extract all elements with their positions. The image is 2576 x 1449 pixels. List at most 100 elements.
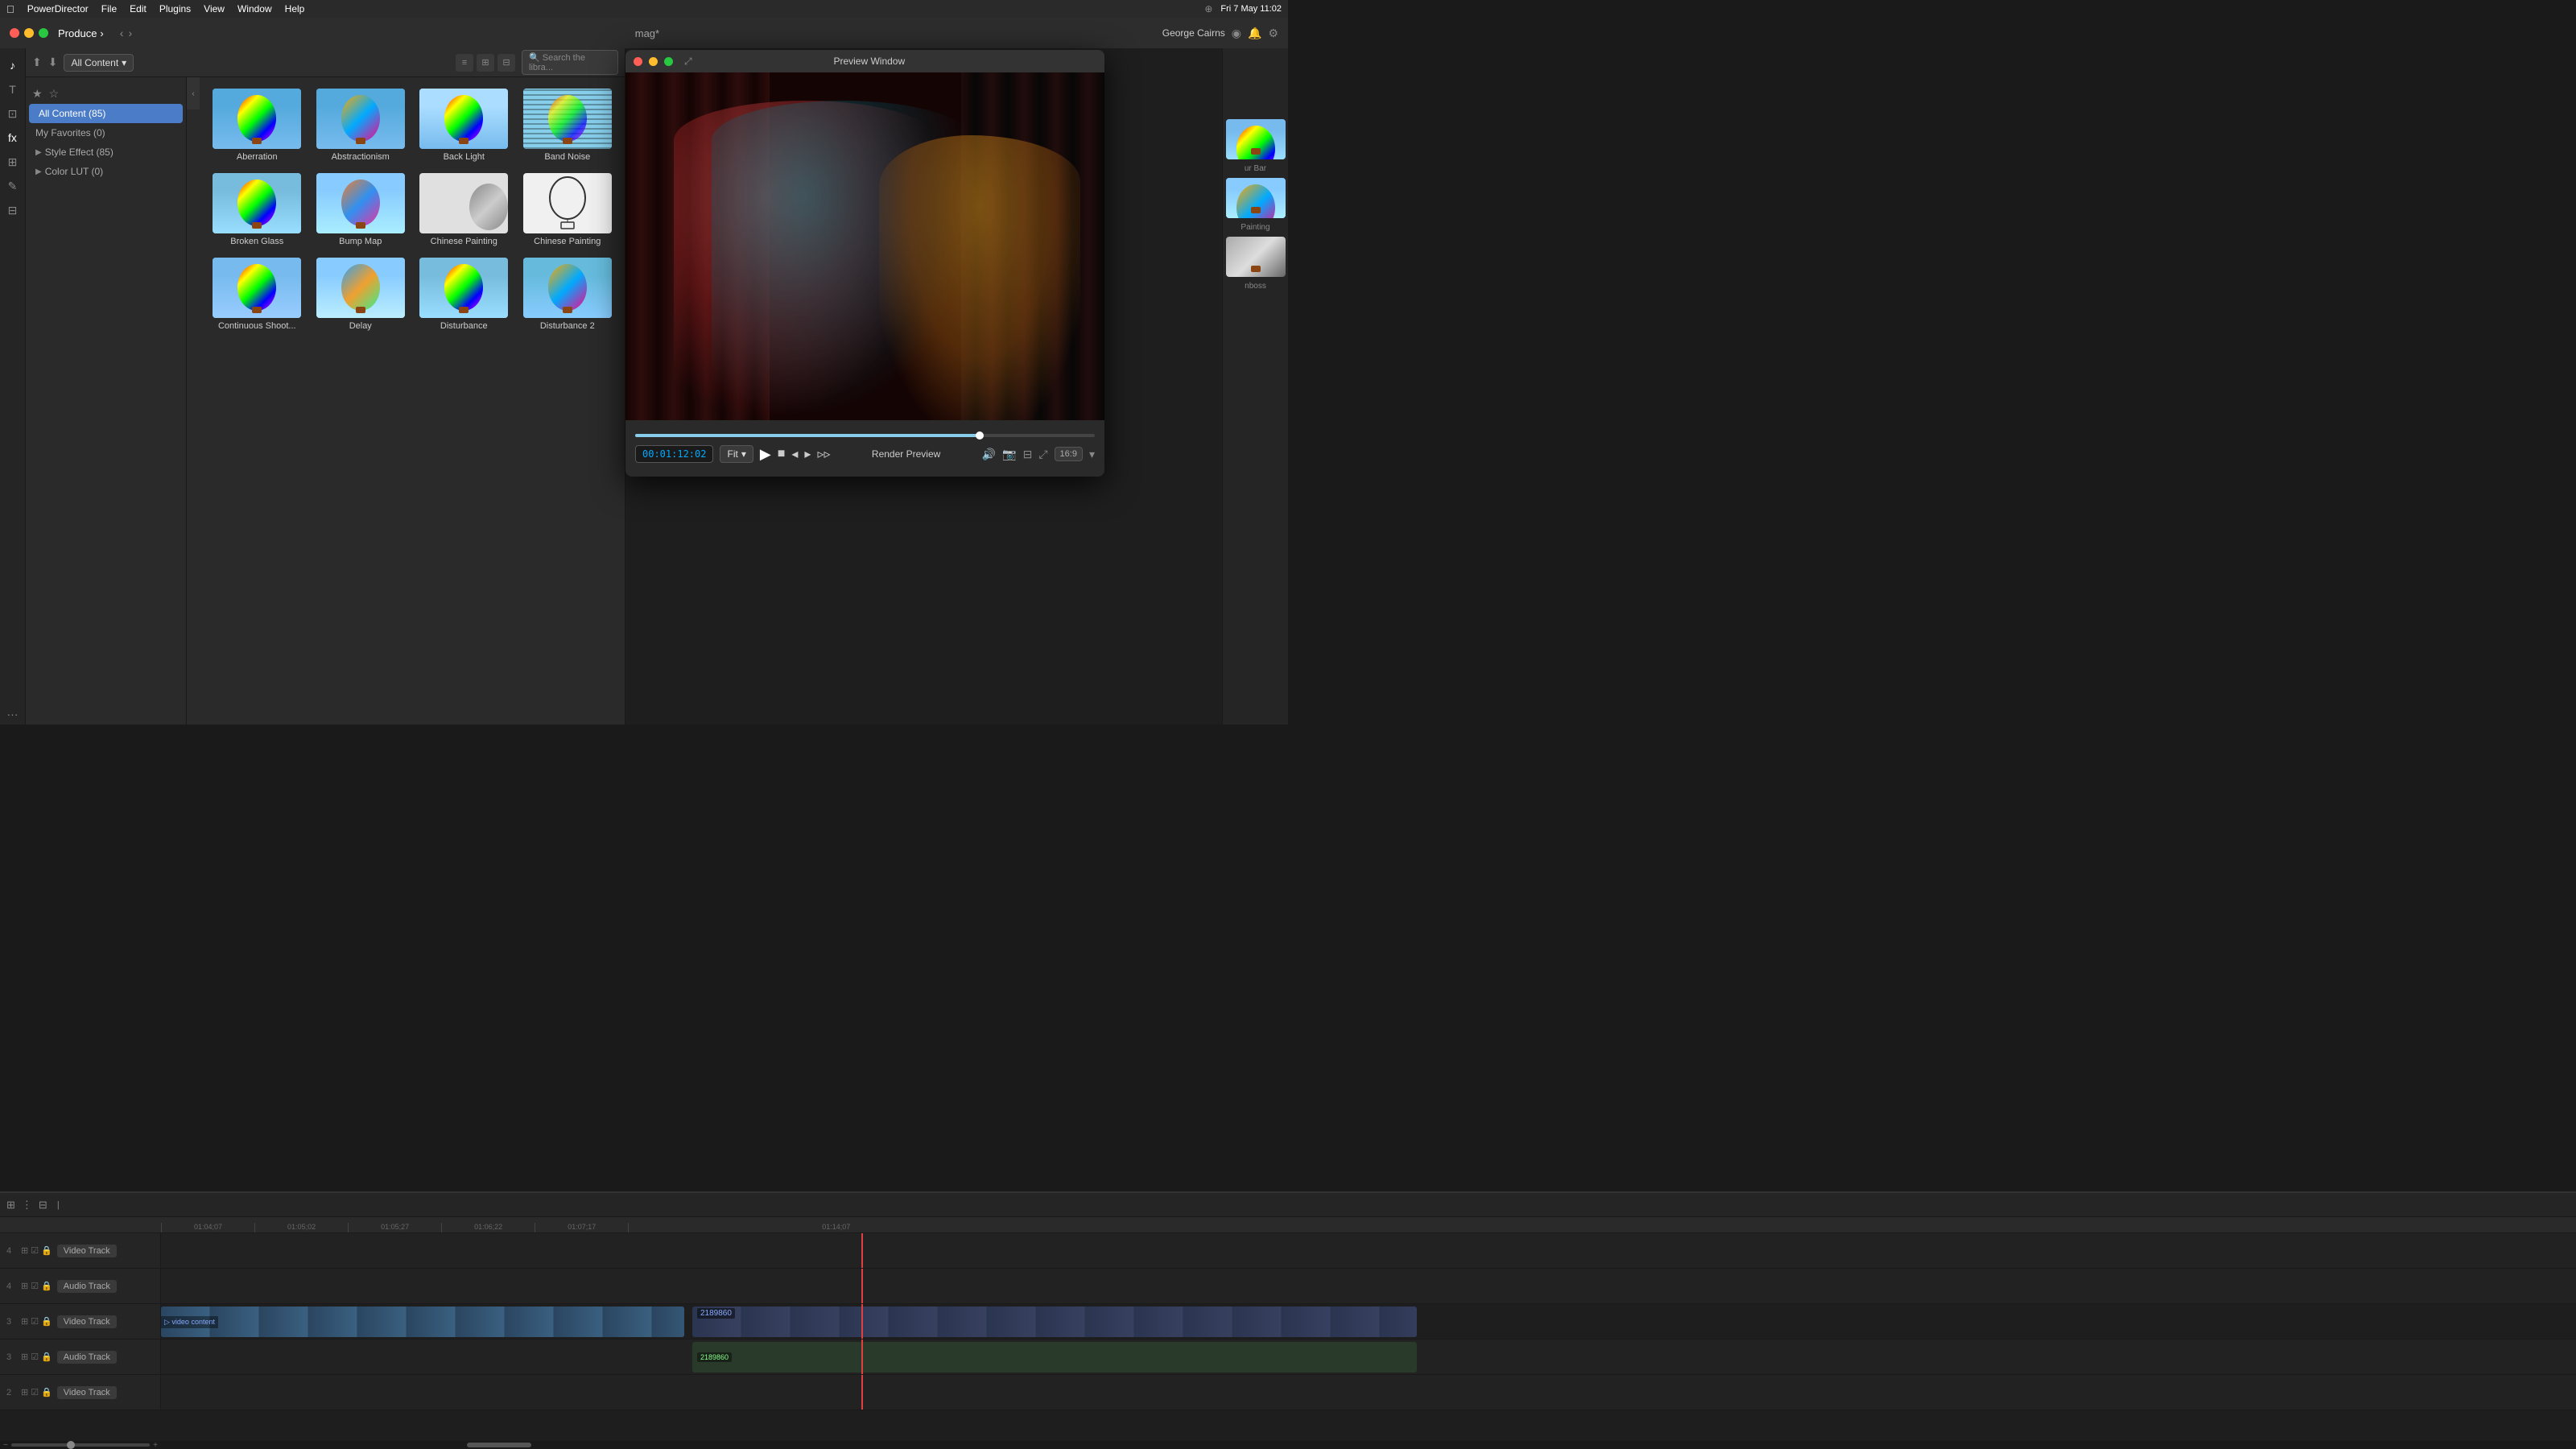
effect-aberration[interactable]: Aberration [206,84,308,167]
zoom-slider[interactable] [11,1443,150,1447]
maximize-button[interactable] [39,28,48,38]
effect-brokenglass[interactable]: Broken Glass [206,168,308,251]
favorites-outline-icon[interactable]: ☆ [49,87,60,101]
track-icon-expand-v2[interactable]: ⊞ [21,1387,28,1397]
track-content-v3[interactable]: ▷ video content 2189860 [161,1304,2576,1339]
sidebar-paint-icon[interactable]: ✎ [2,175,23,196]
preview-fit-dropdown[interactable]: Fit ▾ [720,445,753,463]
bell-icon[interactable]: 🔔 [1248,27,1261,40]
timeline-scrollbar[interactable] [161,1441,2576,1449]
track-content-v2[interactable] [161,1375,2576,1410]
sidebar-media-icon[interactable]: ♪ [2,55,23,76]
sidebar-text-icon[interactable]: T [2,79,23,100]
effect-delay[interactable]: Delay [310,253,412,336]
prev-frame-button[interactable]: ◂ [791,446,798,462]
track-icon-visibility-v2[interactable]: ☑ [31,1387,39,1397]
produce-tab[interactable]: Produce › [58,27,104,39]
filter-my-favorites[interactable]: My Favorites (0) [26,123,186,142]
effect-chinesepainting2[interactable]: Chinese Painting [517,168,619,251]
menu-edit[interactable]: Edit [130,3,147,14]
sidebar-overlay-icon[interactable]: ⊡ [2,103,23,124]
sidebar-mask-icon[interactable]: ⊟ [2,200,23,221]
filter-all-content[interactable]: All Content (85) [29,104,183,123]
user-icon[interactable]: ◉ [1232,27,1241,40]
minimize-button[interactable] [24,28,34,38]
zoom-slider-thumb[interactable] [67,1441,75,1449]
panel-collapse-button[interactable]: ‹ [187,77,200,109]
download-icon[interactable]: ⬇ [48,56,58,69]
preview-timeline-thumb[interactable] [976,431,984,440]
timeline-scrollbar-thumb[interactable] [467,1443,531,1447]
strip-thumb-3[interactable] [1226,237,1286,277]
list-view-icon[interactable]: ≡ [456,54,473,72]
track-icon-expand-a3[interactable]: ⊞ [21,1352,28,1362]
effect-chinesepainting1[interactable]: Chinese Painting [413,168,515,251]
preview-split-icon[interactable]: ⊟ [1023,448,1033,461]
sidebar-transition-icon[interactable]: ⊞ [2,151,23,172]
track-icon-expand-v3[interactable]: ⊞ [21,1316,28,1327]
favorites-star-icon[interactable]: ★ [32,87,43,101]
effect-bandnoise[interactable]: Band Noise [517,84,619,167]
filter-color-lut[interactable]: ▶ Color LUT (0) [26,162,186,181]
filter-style-effect[interactable]: ▶ Style Effect (85) [26,142,186,162]
next-frame-button[interactable]: ▸ [804,446,811,462]
strip-thumb-2[interactable] [1226,178,1286,218]
effect-continuousshoot[interactable]: Continuous Shoot... [206,253,308,336]
preview-fullscreen-icon[interactable]: ⤢ [1038,448,1047,461]
menu-window[interactable]: Window [237,3,272,14]
preview-timeline[interactable] [635,434,1095,437]
timeline-split-icon[interactable]: ⋮ [22,1199,32,1212]
settings-icon[interactable]: ⚙ [1268,27,1278,40]
strip-thumb-1[interactable] [1226,119,1286,159]
track-icon-visibility-v3[interactable]: ☑ [31,1316,39,1327]
large-grid-icon[interactable]: ⊟ [497,54,515,72]
app-name[interactable]: PowerDirector [27,3,89,14]
content-dropdown[interactable]: All Content ▾ [64,54,134,72]
effect-disturbance2[interactable]: Disturbance 2 [517,253,619,336]
track-content-a4[interactable] [161,1269,2576,1303]
preview-timecode[interactable]: 00:01:12:02 [635,445,713,463]
upload-icon[interactable]: ⬆ [32,56,42,69]
timeline-add-track-icon[interactable]: ⊞ [6,1199,15,1212]
timeline-ripple-icon[interactable]: ⊟ [39,1199,47,1212]
audio-clip-a3[interactable]: 2189860 [692,1342,1417,1373]
effect-backlight[interactable]: Back Light [413,84,515,167]
render-preview-button[interactable]: Render Preview [872,448,940,460]
track-icon-lock-v3[interactable]: 🔒 [41,1316,52,1327]
sidebar-more-icon[interactable]: ··· [2,704,23,724]
grid-view-icon[interactable]: ⊞ [477,54,494,72]
effect-disturbance1[interactable]: Disturbance [413,253,515,336]
track-icon-lock-a3[interactable]: 🔒 [41,1352,52,1362]
track-icon-lock-v2[interactable]: 🔒 [41,1387,52,1397]
track-content-a3[interactable]: 2189860 [161,1340,2576,1374]
menu-plugins[interactable]: Plugins [159,3,191,14]
aspect-dropdown-icon[interactable]: ▾ [1089,448,1095,461]
preview-volume-icon[interactable]: 🔊 [982,448,996,461]
preview-close-button[interactable] [634,57,642,66]
track-icon-expand-a4[interactable]: ⊞ [21,1281,28,1291]
effect-abstractionism[interactable]: Abstractionism [310,84,412,167]
close-button[interactable] [10,28,19,38]
video-clip-v3[interactable]: ▷ video content [161,1307,684,1337]
track-icon-visibility-a4[interactable]: ☑ [31,1281,39,1291]
track-icon-lock-v4[interactable]: 🔒 [41,1245,52,1256]
zoom-plus-button[interactable]: + [153,1441,158,1449]
play-button[interactable]: ▶ [760,446,771,463]
track-content-v4[interactable] [161,1233,2576,1268]
apple-menu[interactable]:  [6,3,14,15]
menu-view[interactable]: View [204,3,225,14]
track-icon-lock-a4[interactable]: 🔒 [41,1281,52,1291]
menu-help[interactable]: Help [285,3,305,14]
stop-button[interactable]: ■ [778,447,786,461]
search-box[interactable]: 🔍 Search the libra... [522,50,618,75]
track-icon-visibility-a3[interactable]: ☑ [31,1352,39,1362]
end-button[interactable]: ▹▹ [817,446,830,462]
effect-bumpmap[interactable]: Bump Map [310,168,412,251]
sidebar-fx-icon[interactable]: fx [2,127,23,148]
menu-file[interactable]: File [101,3,117,14]
preview-snapshot-icon[interactable]: 📷 [1002,448,1016,461]
zoom-minus-button[interactable]: − [3,1441,8,1449]
track-icon-expand-v4[interactable]: ⊞ [21,1245,28,1256]
forward-arrow[interactable]: › [128,27,132,39]
back-arrow[interactable]: ‹ [120,27,124,39]
